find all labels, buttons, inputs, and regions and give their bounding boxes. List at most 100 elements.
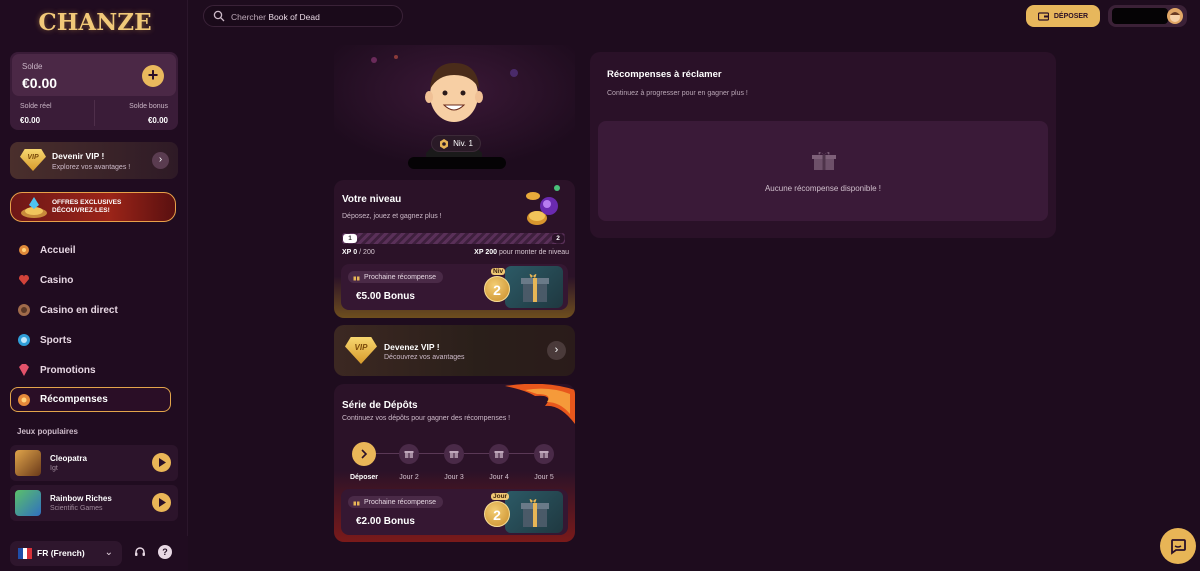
game-item-cleopatra[interactable]: Cleopatra Igt <box>10 445 178 481</box>
vip-gem-icon: VIP <box>20 149 46 171</box>
promo-line2: DÉCOUVREZ-LES! <box>52 207 110 214</box>
chevron-down-icon: ⌄ <box>104 547 113 558</box>
balance-main: Solde €0.00 + <box>12 54 176 96</box>
next-level-badge: 2 <box>484 276 510 302</box>
nav-item-recompenses[interactable]: Récompenses <box>10 387 171 412</box>
play-icon <box>158 498 166 507</box>
balance-divider <box>94 100 95 126</box>
balance-card: Solde €0.00 + Solde réel Solde bonus €0.… <box>10 52 178 130</box>
rewards-empty-state: Aucune récompense disponible ! <box>598 121 1048 221</box>
rewards-icon <box>16 392 32 408</box>
nav-label: Casino en direct <box>40 304 118 316</box>
add-funds-button[interactable]: + <box>142 65 164 87</box>
casino-icon <box>16 272 32 288</box>
gift-icon <box>539 451 549 458</box>
play-button[interactable] <box>152 453 171 472</box>
player-name-redacted <box>408 157 506 169</box>
gift-icon <box>812 152 836 170</box>
character-avatar <box>334 45 575 175</box>
streak-label: Déposer <box>349 474 378 481</box>
rewards-panel-title: Récompenses à réclamer <box>607 69 722 80</box>
chevron-right-icon[interactable]: › <box>547 341 566 360</box>
treasure-icon <box>21 197 47 218</box>
streak-step-deposit[interactable] <box>352 442 376 466</box>
streak-day-badge-tag: Jour <box>491 493 510 500</box>
streak-label: Jour 3 <box>444 474 464 481</box>
level-badge-label: Niv. 1 <box>453 139 473 148</box>
vip-banner-subtitle: Découvrez vos avantages <box>384 354 465 361</box>
chanze-logo[interactable]: CHANZE <box>38 4 151 40</box>
level-star-icon <box>440 138 449 149</box>
nav-item-sports[interactable]: Sports <box>16 329 176 351</box>
nav-item-casino[interactable]: Casino <box>16 269 176 291</box>
search-input[interactable]: Chercher Book of Dead <box>203 5 403 27</box>
balance-label: Solde <box>22 62 43 71</box>
xp-current: XP 0 / 200 <box>342 249 375 256</box>
deposit-button[interactable]: DÉPOSER <box>1026 5 1100 27</box>
nav-item-accueil[interactable]: Accueil <box>16 239 176 261</box>
vip-gem-icon: VIP <box>345 337 377 364</box>
level-title: Votre niveau <box>342 194 402 205</box>
balance-value: €0.00 <box>22 75 58 91</box>
xp-progress-bar: 1 2 <box>342 233 565 244</box>
gift-box-image <box>505 491 563 533</box>
exclusive-offers-banner[interactable]: OFFRES EXCLUSIVES DÉCOUVREZ-LES! <box>10 192 176 222</box>
streak-title: Série de Dépôts <box>342 400 418 411</box>
sports-icon <box>16 332 32 348</box>
play-button[interactable] <box>152 493 171 512</box>
gift-icon <box>494 451 504 458</box>
gift-icon <box>449 451 459 458</box>
user-menu[interactable] <box>1108 5 1187 27</box>
level-badge: Niv. 1 <box>431 135 481 152</box>
streak-label: Jour 2 <box>399 474 419 481</box>
next-reward-pill: Prochaine récompense <box>348 496 443 508</box>
live-chat-button[interactable] <box>1160 528 1196 564</box>
vip-subtitle: Explorez vos avantages ! <box>52 164 131 171</box>
wallet-icon <box>1037 11 1049 21</box>
deposit-streak-card: Série de Dépôts Continuez vos dépôts pou… <box>334 384 575 542</box>
streak-next-reward-box: Prochaine récompense €2.00 Bonus 2 Jour <box>341 489 568 535</box>
game-item-rainbow-riches[interactable]: Rainbow Riches Scientific Games <box>10 485 178 521</box>
become-vip-card[interactable]: VIP Devenir VIP ! Explorez vos avantages… <box>10 142 178 179</box>
rewards-to-claim-panel: Récompenses à réclamer Continuez à progr… <box>590 52 1056 238</box>
level-card: Votre niveau Déposez, jouez et gagnez pl… <box>334 180 575 318</box>
next-reward-pill: Prochaine récompense <box>348 271 443 283</box>
nav-label: Récompenses <box>40 394 108 405</box>
promotions-icon <box>16 362 32 378</box>
search-placeholder: Chercher Book of Dead <box>231 12 320 22</box>
language-selector[interactable]: FR (French) ⌄ <box>10 541 122 566</box>
nav-label: Sports <box>40 334 72 346</box>
flame-icon <box>505 384 575 424</box>
help-icon[interactable]: ? <box>158 545 172 559</box>
play-icon <box>158 458 166 467</box>
vip-title: Devenir VIP ! <box>52 151 105 161</box>
level-hero <box>334 45 575 175</box>
next-reward-label: Prochaine récompense <box>364 273 436 281</box>
bonus-balance-label: Solde bonus <box>129 103 168 110</box>
nav-item-promotions[interactable]: Promotions <box>16 359 176 381</box>
game-provider: Igt <box>50 465 58 472</box>
game-thumbnail <box>15 490 41 516</box>
language-label: FR (French) <box>37 548 85 558</box>
game-name: Rainbow Riches <box>50 494 112 503</box>
coins-illustration <box>526 185 560 225</box>
france-flag-icon <box>18 548 33 559</box>
streak-day-badge: 2 <box>484 501 510 527</box>
streak-label: Jour 4 <box>489 474 509 481</box>
streak-step-day-2 <box>399 444 419 464</box>
rewards-panel-subtitle: Continuez à progresser pour en gagner pl… <box>607 90 748 97</box>
next-reward-value: €2.00 Bonus <box>356 516 415 527</box>
avatar <box>1167 8 1183 24</box>
gift-box-image <box>505 266 563 308</box>
nav-item-casino-en-direct[interactable]: Casino en direct <box>16 299 176 321</box>
become-vip-banner[interactable]: VIP Devenez VIP ! Découvrez vos avantage… <box>334 325 575 376</box>
next-reward-box: Prochaine récompense €5.00 Bonus 2 Niv <box>341 264 568 310</box>
gift-icon <box>404 451 414 458</box>
headset-icon[interactable] <box>133 545 147 559</box>
promo-line1: OFFRES EXCLUSIVES <box>52 199 122 206</box>
promo-text: OFFRES EXCLUSIVES DÉCOUVREZ-LES! <box>52 199 121 215</box>
chevron-right-icon[interactable]: › <box>152 152 169 169</box>
bonus-balance-value: €0.00 <box>147 116 168 125</box>
xp-next-level: 2 <box>552 234 564 243</box>
next-reward-label: Prochaine récompense <box>364 498 436 506</box>
